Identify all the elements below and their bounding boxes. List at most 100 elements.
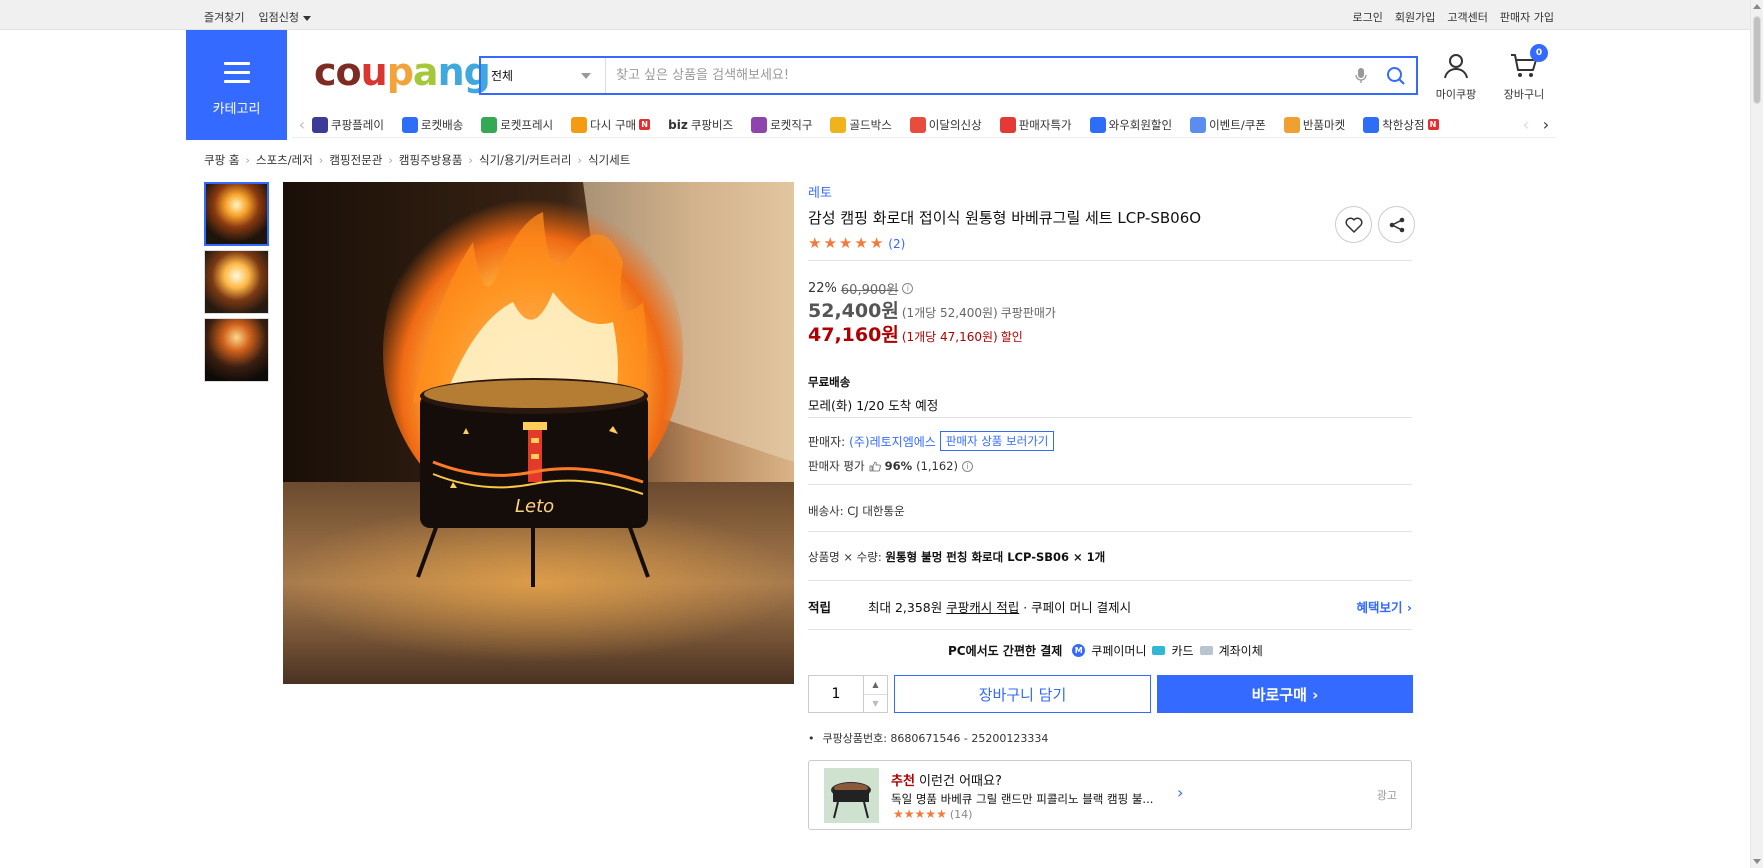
breadcrumb-item[interactable]: 스포츠/레저: [256, 152, 313, 168]
nav-item[interactable]: 쿠팡플레이: [312, 116, 384, 133]
nav-item-label: 로켓직구: [770, 117, 813, 132]
brand-link[interactable]: 레토: [808, 182, 1412, 201]
share-icon[interactable]: [1378, 206, 1415, 243]
seller-rating-pct: 96%: [884, 459, 913, 473]
benefit-more-link[interactable]: 혜택보기 ›: [1356, 597, 1412, 616]
scrollbar-thumb[interactable]: [1753, 16, 1761, 104]
coupang-logo[interactable]: coupang: [314, 50, 491, 94]
wow-icon: [1089, 116, 1106, 133]
star-icon: ★: [914, 807, 926, 821]
nav-item[interactable]: 착한상점 N: [1363, 116, 1439, 133]
login-link[interactable]: 로그인: [1353, 9, 1383, 25]
breadcrumb-item[interactable]: 캠핑전문관: [329, 152, 382, 168]
coupon-price: 47,160원: [808, 324, 899, 346]
search-category-select[interactable]: 전체: [481, 58, 606, 93]
nav-item[interactable]: 와우회원할인: [1089, 116, 1172, 133]
product-main-image[interactable]: Leto: [283, 182, 794, 684]
sale-price: 52,400원: [808, 300, 899, 322]
customer-center-link[interactable]: 고객센터: [1447, 9, 1487, 25]
pay-method-bank: 계좌이체: [1218, 644, 1263, 658]
shortcut-nav-items: 쿠팡플레이 로켓배송 로켓프레시 다시 구매 N biz 쿠팡비즈 로켓직구 골드박스 이달의신상…: [312, 116, 1516, 133]
category-menu-button[interactable]: 카테고리: [186, 30, 287, 140]
search-input[interactable]: [606, 58, 1346, 93]
favorites-link[interactable]: 즐겨찾기: [204, 9, 244, 25]
info-icon[interactable]: i: [962, 460, 973, 472]
thumbnail-3[interactable]: [204, 318, 269, 382]
nav-item[interactable]: 로켓프레시: [481, 116, 553, 133]
nav-item-label: 이벤트/쿠폰: [1209, 117, 1266, 132]
breadcrumb-separator-icon: ›: [318, 153, 324, 167]
scroll-up-icon[interactable]: [1753, 4, 1761, 9]
category-label: 카테고리: [212, 102, 261, 117]
reward-text: 최대 2,358원 쿠팡캐시 적립 · 쿠페이 머니 결제시: [868, 597, 1131, 616]
signup-link[interactable]: 회원가입: [1395, 9, 1435, 25]
nav-item[interactable]: 다시 구매 N: [571, 116, 651, 133]
seller-rating-count: (1,162): [916, 459, 958, 473]
search-icon[interactable]: [1376, 66, 1416, 86]
buy-now-label: 바로구매: [1251, 685, 1307, 704]
arrival-date: 모레(화) 1/20 도착 예정: [808, 398, 939, 413]
nav-item[interactable]: 이달의신상: [909, 116, 982, 133]
nav-item[interactable]: 로켓직구: [751, 116, 813, 133]
nav-item[interactable]: biz 쿠팡비즈: [668, 117, 733, 133]
star-icon: ★: [893, 807, 904, 821]
recommendation-card[interactable]: 추천 이런건 어때요? 독일 명품 바베큐 그릴 랜드만 피콜리노 블랙 캠핑 …: [808, 760, 1412, 830]
purchase-row: ▲ ▼ 장바구니 담기 바로구매 ›: [808, 675, 1413, 713]
chevron-right-icon[interactable]: ›: [1177, 783, 1183, 802]
option-value: 원통형 불멍 펀칭 화로대 LCP-SB06 × 1개: [885, 550, 1106, 564]
page-scrollbar[interactable]: [1750, 0, 1763, 868]
star-icon: ★: [854, 234, 868, 252]
user-icon: [1444, 54, 1468, 79]
wishlist-heart-icon[interactable]: [1335, 206, 1372, 243]
nav-next-icon[interactable]: ›: [1536, 115, 1556, 134]
add-to-cart-button[interactable]: 장바구니 담기: [894, 675, 1151, 713]
mic-icon[interactable]: [1346, 67, 1376, 85]
partner-apply-link[interactable]: 입점신청: [258, 9, 311, 25]
thumbs-up-icon: [869, 461, 881, 471]
breadcrumb-item[interactable]: 쿠팡 홈: [204, 152, 239, 168]
seller-name[interactable]: (주)레토지엠에스: [849, 433, 936, 450]
new-icon: [909, 116, 926, 133]
info-icon[interactable]: i: [902, 283, 914, 294]
nav-prev-small-icon[interactable]: ‹: [1516, 115, 1536, 134]
breadcrumb-item[interactable]: 식기세트: [588, 152, 630, 168]
recommended-product-image[interactable]: [824, 768, 879, 823]
divider: [808, 484, 1412, 485]
recommendation-desc[interactable]: 독일 명품 바베큐 그릴 랜드만 피콜리노 블랙 캠핑 불...: [891, 791, 1166, 807]
search-category-value: 전체: [491, 69, 514, 83]
pay-title: PC에서도 간편한 결제: [948, 644, 1063, 658]
thumbnail-2[interactable]: [204, 250, 269, 314]
seller-signup-link[interactable]: 판매자 가입: [1500, 9, 1554, 25]
quantity-input[interactable]: [809, 676, 863, 712]
ad-label: 광고: [1376, 789, 1397, 802]
product-number: 쿠팡상품번호: 8680671546 - 25200123334: [808, 730, 1049, 746]
card-icon: [1152, 646, 1166, 655]
seller-products-link[interactable]: 판매자 상품 보러가기: [939, 431, 1055, 451]
quantity-up-icon[interactable]: ▲: [864, 676, 887, 694]
coupon-icon: [1190, 116, 1207, 133]
rating[interactable]: ★ ★ ★ ★ ★ (2): [808, 236, 1412, 251]
thumbnail-1[interactable]: [204, 182, 269, 246]
reward-row: 적립 최대 2,358원 쿠팡캐시 적립 · 쿠페이 머니 결제시 혜택보기 ›: [808, 597, 1412, 616]
scroll-down-icon[interactable]: [1753, 859, 1761, 864]
nav-item[interactable]: 골드박스: [830, 116, 892, 133]
nav-prev-icon[interactable]: ‹: [292, 115, 312, 134]
star-icon: ★: [925, 807, 937, 821]
nav-item-label: 로켓배송: [420, 117, 464, 132]
buy-now-button[interactable]: 바로구매 ›: [1157, 675, 1413, 713]
search-bar: 전체: [479, 56, 1418, 95]
nav-item[interactable]: 반품마켓: [1283, 116, 1345, 133]
nav-item[interactable]: 판매자특가: [999, 116, 1072, 133]
bank-icon: [1199, 646, 1213, 655]
recommendation-rating: ★ ★ ★ ★ ★ (14): [893, 807, 972, 822]
nav-item[interactable]: 로켓배송: [401, 116, 464, 133]
cash-reward-link[interactable]: 쿠팡캐시 적립: [946, 600, 1019, 615]
quantity-down-icon[interactable]: ▼: [864, 693, 887, 713]
star-icon: ★: [903, 807, 915, 821]
nav-item[interactable]: 이벤트/쿠폰: [1190, 116, 1266, 133]
breadcrumb-item[interactable]: 식기/용기/커트러리: [479, 152, 571, 168]
my-coupang-button[interactable]: 마이쿠팡: [1430, 52, 1482, 102]
breadcrumb-item[interactable]: 캠핑주방용품: [399, 152, 462, 168]
cart-button[interactable]: 장바구니 0: [1498, 44, 1550, 102]
review-count[interactable]: (2): [888, 237, 905, 251]
